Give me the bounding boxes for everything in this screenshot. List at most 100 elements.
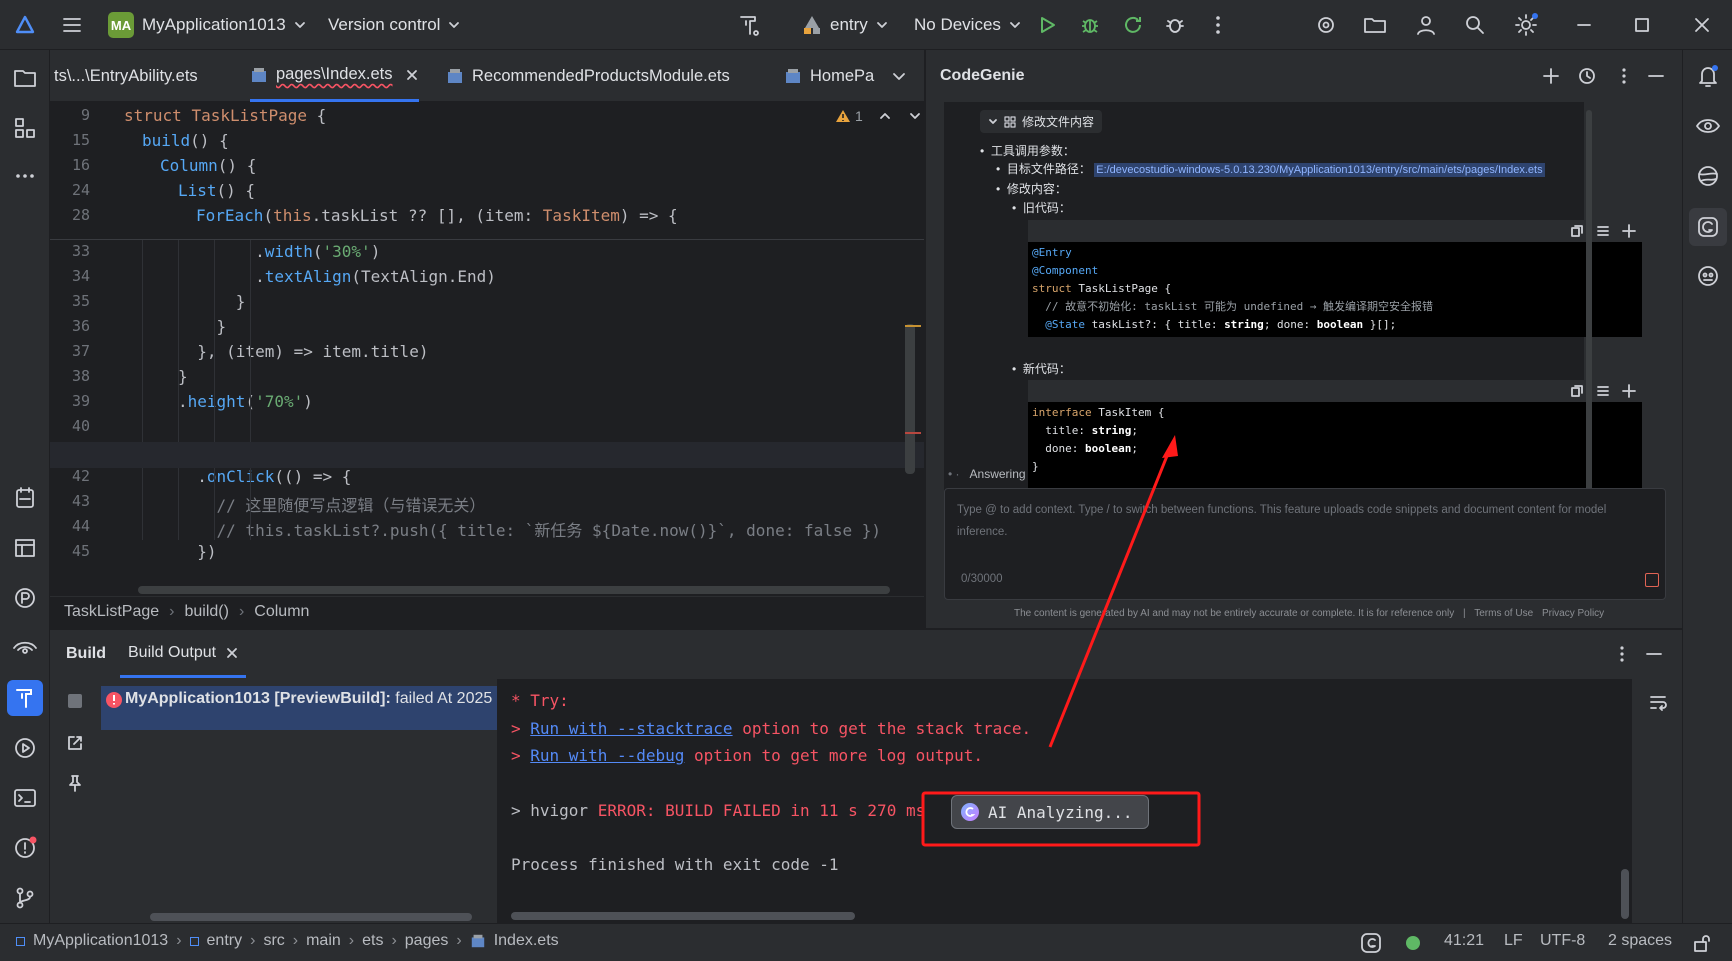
- chat-input[interactable]: Type @ to add context. Type / to switch …: [944, 488, 1666, 600]
- status-path-item[interactable]: MyApplication1013: [33, 932, 168, 950]
- settings-icon[interactable]: [1513, 0, 1539, 50]
- device-world-icon[interactable]: [1694, 162, 1722, 190]
- more-options-icon[interactable]: [1612, 644, 1632, 664]
- codegenie-status-icon[interactable]: [1360, 932, 1382, 954]
- tree-scrollbar[interactable]: [150, 913, 472, 921]
- pin-icon[interactable]: [66, 774, 84, 792]
- preview-eye-icon[interactable]: [1694, 112, 1722, 140]
- structure-icon[interactable]: [11, 114, 39, 142]
- indent-setting[interactable]: 2 spaces: [1608, 932, 1672, 950]
- tab-recommended-products[interactable]: RecommendedProductsModule.ets: [446, 50, 730, 102]
- tab-index[interactable]: pages\Index.ets: [250, 50, 419, 102]
- codegenie-tool-button[interactable]: [1689, 208, 1727, 246]
- stop-icon[interactable]: [68, 694, 82, 708]
- cursor-position[interactable]: 41:21: [1444, 932, 1484, 950]
- todo-icon[interactable]: [11, 484, 39, 512]
- close-tab-icon[interactable]: [226, 647, 238, 659]
- more-tools-icon[interactable]: [11, 162, 39, 190]
- account-icon[interactable]: [1414, 0, 1438, 50]
- console-v-scrollbar[interactable]: [1621, 869, 1629, 919]
- minimize-panel-icon[interactable]: [1646, 66, 1666, 86]
- maximize-window-icon[interactable]: [1632, 0, 1652, 50]
- soft-wrap-icon[interactable]: [1648, 693, 1668, 713]
- insert-icon[interactable]: [1622, 224, 1636, 238]
- terms-link[interactable]: Terms of Use: [1474, 608, 1533, 619]
- status-path-item[interactable]: main: [306, 932, 341, 950]
- apply-changes-icon[interactable]: [1121, 0, 1145, 50]
- tab-build-output[interactable]: Build Output: [120, 630, 247, 678]
- file-encoding[interactable]: UTF-8: [1540, 932, 1585, 950]
- profiler-icon[interactable]: [1163, 0, 1187, 50]
- status-path-item[interactable]: Index.ets: [494, 932, 559, 950]
- debug-link[interactable]: Run with --debug: [530, 746, 684, 765]
- main-menu-icon[interactable]: [60, 0, 84, 50]
- layout-inspector-icon[interactable]: [11, 534, 39, 562]
- section-toggle[interactable]: 修改文件内容: [980, 110, 1103, 133]
- tab-list-dropdown[interactable]: [890, 50, 908, 102]
- unlock-icon[interactable]: [1692, 933, 1712, 953]
- build-tree-item[interactable]: MyApplication1013 [PreviewBuild]: failed…: [101, 686, 497, 730]
- terminal-icon[interactable]: [11, 784, 39, 812]
- build-hammer-icon[interactable]: [736, 0, 762, 50]
- folder-icon[interactable]: [1362, 0, 1388, 50]
- minimize-window-icon[interactable]: [1574, 0, 1594, 50]
- inspect-eye-icon[interactable]: [11, 634, 39, 662]
- device-selector[interactable]: No Devices: [914, 0, 1023, 50]
- module-selector[interactable]: entry: [800, 0, 890, 50]
- close-window-icon[interactable]: [1692, 0, 1712, 50]
- close-tab-icon[interactable]: [405, 68, 419, 82]
- build-console[interactable]: * Try: > Run with --stacktrace option to…: [497, 679, 1632, 923]
- tab-entryability[interactable]: ts\...\EntryAbility.ets: [54, 50, 198, 102]
- device-manager-icon[interactable]: [1314, 0, 1338, 50]
- copy-icon[interactable]: [1571, 385, 1583, 397]
- inspection-widget[interactable]: 1: [835, 102, 923, 130]
- privacy-link[interactable]: Privacy Policy: [1542, 608, 1604, 619]
- chat-scrollbar[interactable]: [1586, 110, 1592, 510]
- search-icon[interactable]: [1463, 0, 1487, 50]
- previewer-icon[interactable]: [11, 584, 39, 612]
- status-path-item[interactable]: ets: [362, 932, 383, 950]
- code-editor[interactable]: 9 struct TaskListPage {15 build() {16 Colum…: [50, 102, 924, 596]
- status-indicator-dot[interactable]: [1406, 936, 1420, 950]
- problems-icon[interactable]: [11, 834, 39, 862]
- console-h-scrollbar[interactable]: [511, 912, 855, 920]
- ai-analyzing-button[interactable]: AI Analyzing...: [951, 795, 1149, 829]
- minimize-panel-icon[interactable]: [1644, 644, 1664, 664]
- tab-homepage[interactable]: HomePa: [784, 50, 874, 102]
- history-icon[interactable]: [1577, 66, 1597, 86]
- new-chat-icon[interactable]: [1541, 66, 1561, 86]
- chevron-up-icon[interactable]: [877, 108, 893, 124]
- line-separator[interactable]: LF: [1504, 932, 1523, 950]
- status-path-item[interactable]: entry: [207, 932, 243, 950]
- stop-generation-button[interactable]: [1645, 573, 1659, 587]
- run-panel-icon[interactable]: [11, 734, 39, 762]
- run-icon[interactable]: [1036, 0, 1058, 50]
- breadcrumb-item[interactable]: build(): [185, 603, 229, 621]
- format-icon[interactable]: [1597, 225, 1609, 237]
- copy-icon[interactable]: [1571, 225, 1583, 237]
- line-number: 36: [71, 317, 90, 335]
- more-actions-icon[interactable]: [1206, 0, 1230, 50]
- open-external-icon[interactable]: [66, 734, 84, 752]
- chevron-down-icon[interactable]: [907, 108, 923, 124]
- notifications-icon[interactable]: [1694, 62, 1722, 90]
- insert-icon[interactable]: [1622, 384, 1636, 398]
- version-control-menu[interactable]: Version control: [328, 0, 462, 50]
- project-view-icon[interactable]: [11, 64, 39, 92]
- right-tool-strip: [1682, 50, 1732, 923]
- horizontal-scrollbar[interactable]: [138, 586, 890, 594]
- breadcrumb-item[interactable]: Column: [254, 603, 309, 621]
- vertical-scrollbar[interactable]: [905, 324, 915, 474]
- build-tool-button[interactable]: [7, 680, 43, 716]
- project-selector[interactable]: MA MyApplication1013: [108, 0, 308, 50]
- more-options-icon[interactable]: [1614, 66, 1634, 86]
- format-icon[interactable]: [1597, 385, 1609, 397]
- status-path-item[interactable]: src: [263, 932, 284, 950]
- assistant-robot-icon[interactable]: [1694, 262, 1722, 290]
- debug-icon[interactable]: [1078, 0, 1102, 50]
- target-path-link[interactable]: E:/devecostudio-windows-5.0.13.230/MyApp…: [1094, 163, 1545, 177]
- status-path-item[interactable]: pages: [405, 932, 449, 950]
- git-icon[interactable]: [11, 884, 39, 912]
- breadcrumb-item[interactable]: TaskListPage: [64, 603, 159, 621]
- stacktrace-link[interactable]: Run with --stacktrace: [530, 719, 732, 738]
